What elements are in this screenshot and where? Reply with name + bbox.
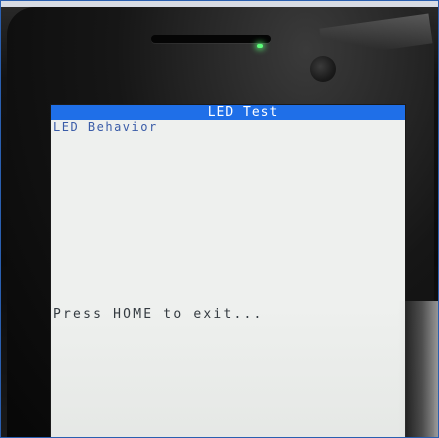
title-bar: LED Test <box>51 105 405 120</box>
photo-frame: LED Test LED Behavior Press HOME to exit… <box>0 0 439 438</box>
screen-subtitle: LED Behavior <box>53 120 158 134</box>
side-glare <box>398 301 438 437</box>
led-indicator-icon <box>257 44 263 48</box>
exit-instruction: Press HOME to exit... <box>53 307 264 322</box>
phone-screen: LED Test LED Behavior Press HOME to exit… <box>51 105 405 437</box>
front-camera-icon <box>310 56 336 82</box>
screen-title: LED Test <box>207 105 279 120</box>
screen-reflection <box>51 105 405 437</box>
earpiece-speaker-icon <box>151 35 271 43</box>
